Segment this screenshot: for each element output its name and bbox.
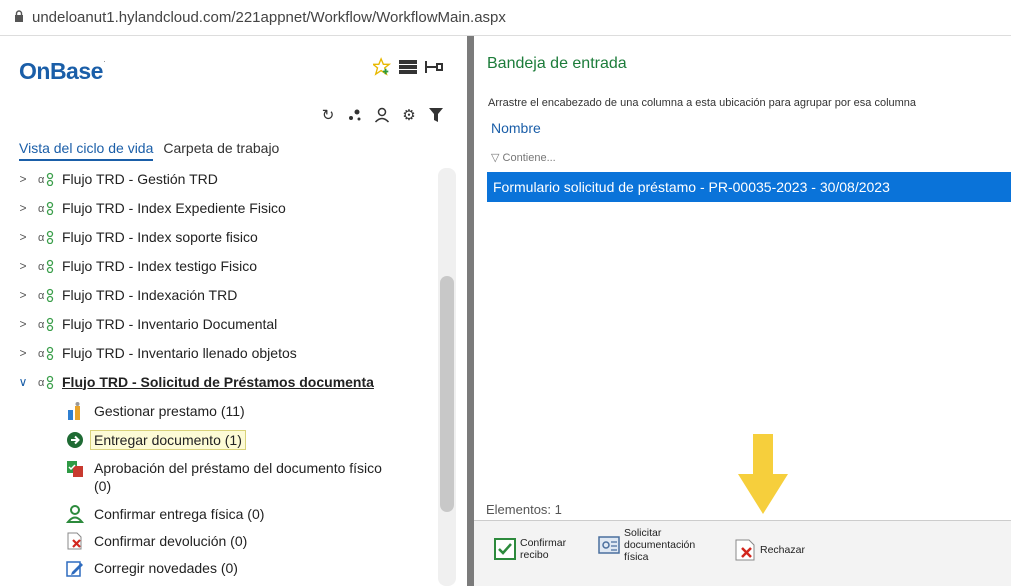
tab-lifecycle-view[interactable]: Vista del ciclo de vida	[19, 140, 154, 161]
confirm-receipt-button[interactable]: Confirmar recibo	[494, 537, 566, 561]
chevron-right-icon[interactable]: >	[16, 201, 30, 215]
filter-icon[interactable]	[427, 106, 445, 124]
tree-node[interactable]: > α Flujo TRD - Indexación TRD	[16, 280, 436, 309]
chevron-right-icon[interactable]: >	[16, 230, 30, 244]
workflow-icon: α	[38, 346, 54, 360]
queue-item-correct-issues[interactable]: Corregir novedades (0)	[66, 554, 436, 581]
url-text[interactable]: undeloanut1.hylandcloud.com/221appnet/Wo…	[32, 9, 506, 26]
approval-icon	[67, 461, 83, 477]
action-toolbar: Confirmar recibo Solicitar documentación…	[474, 520, 1011, 586]
view-tabs: Vista del ciclo de vida Carpeta de traba…	[19, 140, 289, 161]
lifecycle-panel: OnBase· ↻ ⚙ Vista del ciclo de vida Carp…	[0, 36, 467, 586]
table-row[interactable]: Formulario solicitud de préstamo - PR-00…	[487, 172, 1011, 202]
workflow-tree: > α Flujo TRD - Gestión TRD > α Flujo TR…	[16, 164, 436, 581]
svg-text:α: α	[38, 261, 45, 273]
workflow-icon: α	[38, 288, 54, 302]
chevron-right-icon[interactable]: >	[16, 259, 30, 273]
svg-text:α: α	[38, 232, 45, 244]
queue-item-confirm-physical-delivery[interactable]: Confirmar entrega física (0)	[66, 500, 436, 527]
edit-icon	[66, 561, 83, 577]
tree-node[interactable]: > α Flujo TRD - Index Expediente Fisico	[16, 193, 436, 222]
workflow-icon: α	[38, 317, 54, 331]
tree-scrollbar-thumb[interactable]	[440, 276, 454, 512]
reject-icon	[735, 539, 755, 561]
tree-node[interactable]: > α Flujo TRD - Inventario llenado objet…	[16, 338, 436, 367]
svg-text:α: α	[38, 377, 45, 389]
tree-node[interactable]: > α Flujo TRD - Index testigo Fisico	[16, 251, 436, 280]
svg-text:α: α	[38, 203, 45, 215]
pane-splitter[interactable]	[467, 36, 474, 586]
inbox-panel: Bandeja de entrada Arrastre el encabezad…	[474, 36, 1011, 586]
onbase-logo: OnBase·	[19, 56, 106, 84]
column-header-name[interactable]: Nombre	[491, 120, 541, 136]
queue-item-approval[interactable]: Aprobación del préstamo del documento fí…	[66, 454, 436, 500]
layout-icon[interactable]	[399, 58, 417, 76]
item-count: Elementos: 1	[486, 502, 562, 517]
chevron-right-icon[interactable]: >	[16, 288, 30, 302]
chevron-down-icon[interactable]: ∨	[16, 375, 30, 389]
filter-placeholder: Contiene...	[502, 152, 556, 164]
workflow-icon: α	[38, 259, 54, 273]
panel-tools: ↻ ⚙	[319, 106, 445, 124]
pin-icon[interactable]	[425, 58, 443, 76]
lock-icon	[15, 10, 23, 22]
tree-node[interactable]: > α Flujo TRD - Inventario Documental	[16, 309, 436, 338]
reject-button[interactable]: Rechazar	[734, 539, 805, 561]
svg-text:α: α	[38, 290, 45, 302]
svg-text:α: α	[38, 174, 45, 186]
checkbox-icon	[494, 538, 516, 560]
user-icon[interactable]	[373, 106, 391, 124]
arrow-circle-icon	[67, 432, 83, 448]
workflow-icon: α	[38, 201, 54, 215]
star-add-icon[interactable]	[373, 57, 391, 76]
workflow-icon: α	[38, 172, 54, 186]
tree-node-expanded[interactable]: ∨ α Flujo TRD - Solicitud de Préstamos d…	[16, 367, 436, 396]
filter-icon: ▽	[491, 152, 500, 164]
tab-work-folder[interactable]: Carpeta de trabajo	[163, 140, 279, 161]
queue-item-deliver-document[interactable]: Entregar documento (1)	[66, 425, 436, 454]
queue-item-manage-loan[interactable]: Gestionar prestamo (11)	[66, 396, 436, 425]
person-icon	[66, 505, 84, 523]
chevron-right-icon[interactable]: >	[16, 346, 30, 360]
gear-icon[interactable]: ⚙	[400, 106, 418, 124]
tree-node[interactable]: > α Flujo TRD - Index soporte fisico	[16, 222, 436, 251]
queue-item-confirm-return[interactable]: Confirmar devolución (0)	[66, 527, 436, 554]
workflow-icon: α	[38, 230, 54, 244]
address-bar[interactable]: undeloanut1.hylandcloud.com/221appnet/Wo…	[0, 0, 1011, 36]
chevron-right-icon[interactable]: >	[16, 317, 30, 331]
annotation-arrow-down-icon	[738, 434, 788, 514]
inbox-title: Bandeja de entrada	[487, 55, 627, 72]
svg-text:α: α	[38, 348, 45, 360]
workflow-icon: α	[38, 375, 54, 389]
return-icon	[67, 532, 82, 550]
tree-node[interactable]: > α Flujo TRD - Gestión TRD	[16, 164, 436, 193]
chevron-right-icon[interactable]: >	[16, 172, 30, 186]
column-filter[interactable]: ▽ Contiene...	[491, 151, 556, 164]
refresh-icon[interactable]: ↻	[319, 106, 337, 124]
document-search-icon	[598, 536, 620, 554]
user-queue-icon	[68, 402, 80, 420]
svg-text:α: α	[38, 319, 45, 331]
group-by-hint: Arrastre el encabezado de una columna a …	[488, 97, 917, 109]
request-documentation-button[interactable]: Solicitar documentación física	[598, 527, 695, 563]
top-icons	[373, 57, 443, 76]
dots-icon[interactable]	[346, 106, 364, 124]
